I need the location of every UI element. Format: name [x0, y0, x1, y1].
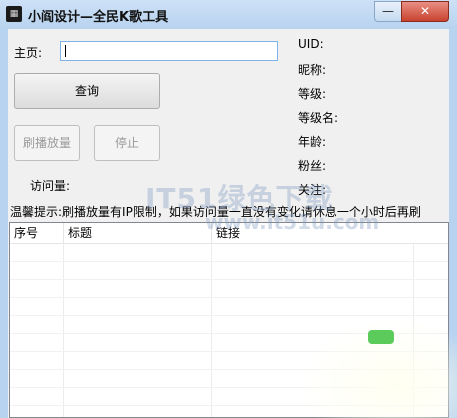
app-window: ▦ 小阎设计—全民K歌工具 — ✕ 主页: 查询 刷播放量 停止 访问量: UI…	[0, 0, 457, 418]
row-divider	[10, 297, 448, 298]
column-header-index[interactable]: 序号	[10, 223, 64, 243]
nickname-label: 昵称:	[298, 63, 327, 77]
row-divider	[10, 279, 448, 280]
text-caret	[65, 45, 66, 57]
row-divider	[10, 315, 448, 316]
uid-label: UID:	[298, 37, 324, 51]
close-button[interactable]: ✕	[401, 1, 449, 22]
query-button[interactable]: 查询	[14, 73, 160, 109]
minimize-button[interactable]: —	[374, 1, 401, 22]
app-logo-icon: ▦	[6, 6, 22, 22]
home-label: 主页:	[14, 46, 43, 60]
green-blob-decoration	[368, 330, 394, 344]
age-label: 年龄:	[298, 135, 327, 149]
fans-label: 粉丝:	[298, 159, 327, 173]
column-header-title[interactable]: 标题	[64, 223, 212, 243]
watermark-url: www.it51u.com	[205, 210, 380, 234]
level-label: 等级:	[298, 87, 327, 101]
window-title: 小阎设计—全民K歌工具	[28, 10, 169, 25]
boost-plays-button[interactable]: 刷播放量	[14, 125, 80, 161]
title-bar[interactable]: ▦ 小阎设计—全民K歌工具 — ✕	[0, 0, 457, 28]
stop-button[interactable]: 停止	[94, 125, 160, 161]
row-divider	[10, 261, 448, 262]
column-divider	[63, 243, 64, 417]
column-divider	[211, 243, 212, 417]
home-url-input[interactable]	[60, 41, 278, 61]
visits-label: 访问量:	[30, 179, 71, 193]
level-name-label: 等级名:	[298, 111, 339, 125]
